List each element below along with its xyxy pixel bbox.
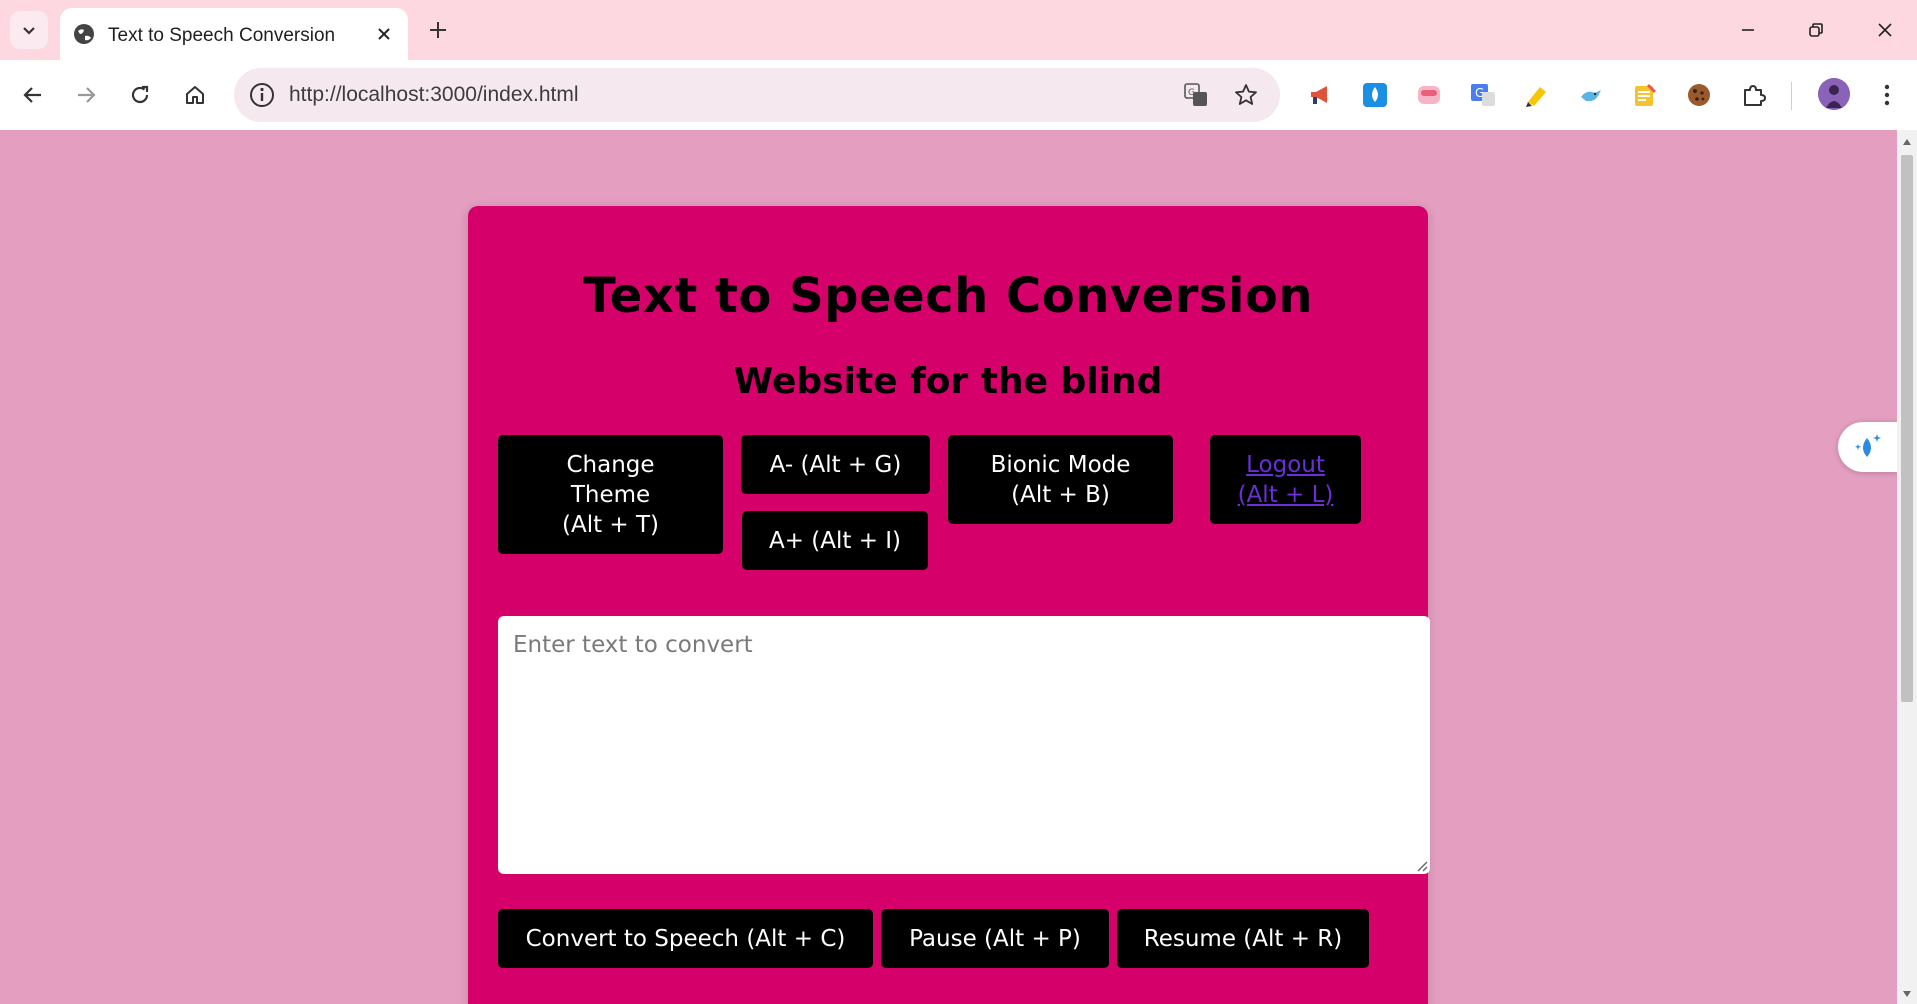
reload-button[interactable] xyxy=(120,75,160,115)
extension-cookie[interactable] xyxy=(1684,80,1714,110)
change-theme-button[interactable]: Change Theme (Alt + T) xyxy=(498,435,723,554)
restore-icon xyxy=(1809,23,1823,37)
toolbar-divider xyxy=(1791,82,1792,110)
page-viewport: Text to Speech Conversion Website for th… xyxy=(0,130,1897,1004)
info-icon[interactable] xyxy=(248,81,276,109)
url-text[interactable]: http://localhost:3000/index.html xyxy=(289,83,579,107)
highlighter-icon xyxy=(1526,87,1546,107)
extension-mask[interactable] xyxy=(1414,80,1444,110)
translate-button[interactable]: G xyxy=(1182,81,1210,109)
forward-button[interactable] xyxy=(66,75,106,115)
font-decrease-button[interactable]: A- (Alt + G) xyxy=(741,435,930,494)
close-icon xyxy=(378,28,390,40)
resize-handle-icon[interactable] xyxy=(1414,858,1428,872)
more-vertical-icon xyxy=(1884,84,1890,106)
main-card: Text to Speech Conversion Website for th… xyxy=(468,206,1430,1004)
logout-button[interactable]: Logout (Alt + L) xyxy=(1210,435,1361,524)
arrow-left-icon xyxy=(23,87,41,103)
tab-search-button[interactable] xyxy=(10,11,48,49)
puzzle-icon xyxy=(1744,85,1766,106)
cookie-icon xyxy=(1688,84,1710,106)
address-bar[interactable]: http://localhost:3000/index.html G xyxy=(234,68,1280,122)
resume-button[interactable]: Resume (Alt + R) xyxy=(1117,909,1369,968)
new-tab-button[interactable] xyxy=(420,12,456,48)
profile-avatar[interactable] xyxy=(1818,78,1850,110)
tab-close-button[interactable] xyxy=(370,20,398,48)
translate-icon: G xyxy=(1184,83,1207,106)
browser-menu-button[interactable] xyxy=(1872,80,1902,110)
minimize-icon xyxy=(1742,29,1754,31)
back-button[interactable] xyxy=(13,75,53,115)
star-icon xyxy=(1235,84,1257,105)
megaphone-icon xyxy=(1311,86,1327,104)
text-input-area[interactable]: Enter text to convert xyxy=(498,616,1430,874)
browser-toolbar: http://localhost:3000/index.html G G xyxy=(0,60,1917,130)
triangle-down-icon xyxy=(1903,991,1911,997)
scrollbar-thumb[interactable] xyxy=(1901,155,1913,702)
arrow-right-icon xyxy=(78,87,96,103)
pause-button[interactable]: Pause (Alt + P) xyxy=(881,909,1109,968)
reload-icon xyxy=(131,85,149,104)
drop-icon xyxy=(1363,83,1387,107)
restore-button[interactable] xyxy=(1791,8,1841,52)
home-icon xyxy=(186,86,204,104)
plus-icon xyxy=(430,22,446,38)
extension-highlighter[interactable] xyxy=(1522,80,1552,110)
notes-icon xyxy=(1635,83,1657,106)
extensions-menu-button[interactable] xyxy=(1739,80,1769,110)
svg-text:G: G xyxy=(1188,88,1195,98)
page-title: Text to Speech Conversion xyxy=(582,268,1314,324)
sparkle-drop-icon xyxy=(1855,434,1881,457)
extension-megaphone[interactable] xyxy=(1306,80,1336,110)
browser-tab-bar: Text to Speech Conversion xyxy=(0,0,1917,60)
logout-link[interactable]: Logout (Alt + L) xyxy=(1232,450,1339,510)
close-icon xyxy=(1878,23,1892,37)
triangle-up-icon xyxy=(1903,139,1911,145)
chevron-down-icon xyxy=(23,27,35,35)
extension-google-translate[interactable]: G xyxy=(1468,80,1498,110)
bionic-mode-button[interactable]: Bionic Mode (Alt + B) xyxy=(948,435,1173,524)
minimize-button[interactable] xyxy=(1723,8,1773,52)
scroll-down-arrow[interactable] xyxy=(1901,988,1913,1000)
bird-icon xyxy=(1581,90,1601,102)
extension-notes[interactable] xyxy=(1630,80,1660,110)
page-scrollbar[interactable] xyxy=(1897,130,1917,1004)
extension-drop[interactable] xyxy=(1360,80,1390,110)
mask-icon xyxy=(1418,86,1440,104)
browser-tab-active[interactable]: Text to Speech Conversion xyxy=(60,8,408,60)
globe-icon xyxy=(74,24,94,44)
floating-assistant-button[interactable] xyxy=(1838,422,1898,472)
extension-bird[interactable] xyxy=(1576,80,1606,110)
font-increase-button[interactable]: A+ (Alt + I) xyxy=(742,511,928,570)
scroll-up-arrow[interactable] xyxy=(1901,136,1913,148)
google-translate-icon: G xyxy=(1471,84,1495,106)
page-subtitle: Website for the blind xyxy=(733,361,1163,402)
close-window-button[interactable] xyxy=(1860,8,1910,52)
convert-to-speech-button[interactable]: Convert to Speech (Alt + C) xyxy=(498,909,873,968)
home-button[interactable] xyxy=(175,75,215,115)
tab-title: Text to Speech Conversion xyxy=(108,25,336,46)
avatar-icon xyxy=(1818,78,1850,110)
textarea-placeholder: Enter text to convert xyxy=(513,632,753,658)
bookmark-button[interactable] xyxy=(1232,81,1260,109)
